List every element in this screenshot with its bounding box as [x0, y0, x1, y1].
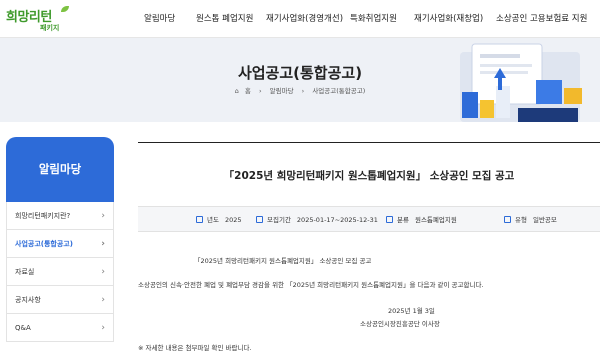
meta-year-value: 2025	[224, 216, 242, 224]
meta-year: 년도 2025	[196, 207, 242, 233]
sidebar-item-qna[interactable]: Q&A ›	[7, 314, 113, 342]
content-top-rule	[138, 142, 600, 143]
sidebar-item-label: 공지사항	[15, 296, 41, 304]
list-icon	[386, 216, 393, 223]
grid-icon	[504, 216, 511, 223]
body-note: ※ 자세한 내용은 첨부파일 확인 바랍니다.	[138, 344, 252, 352]
sidebar-item-label: 사업공고(통합공고)	[15, 240, 73, 248]
chevron-right-icon: ›	[101, 295, 105, 305]
post-title: 「2025년 희망리턴패키지 원스톱폐업지원」 소상공인 모집 공고	[223, 170, 515, 182]
sidebar-item-notices[interactable]: 공지사항 ›	[7, 286, 113, 314]
meta-category: 분류 원스톱폐업지원	[386, 207, 457, 233]
nav-item-restart-business[interactable]: 재기사업화(재창업)	[414, 12, 483, 24]
meta-period: 모집기간 2025-01-17~2025-12-31	[256, 207, 378, 233]
home-icon[interactable]: ⌂	[235, 87, 239, 95]
sidebar-title: 알림마당	[6, 137, 114, 202]
meta-period-label: 모집기간	[267, 216, 291, 224]
sidebar-item-about[interactable]: 희망리턴패키지란? ›	[7, 202, 113, 230]
logo-leaf-icon	[61, 6, 69, 12]
meta-category-value: 원스톱폐업지원	[414, 216, 457, 224]
sidebar-item-label: 자료실	[15, 268, 35, 276]
banner-illustration	[460, 43, 582, 122]
sidebar-item-label: 희망리턴패키지란?	[15, 212, 71, 220]
calendar-icon	[196, 216, 203, 223]
meta-period-value: 2025-01-17~2025-12-31	[296, 216, 378, 224]
sidebar-item-announcements[interactable]: 사업공고(통합공고) ›	[7, 230, 113, 258]
body-date: 2025년 1월 3일	[388, 307, 435, 315]
calendar-icon	[256, 216, 263, 223]
chevron-right-icon: ›	[101, 323, 105, 333]
chevron-right-icon: ›	[101, 211, 105, 221]
body-issuer: 소상공인시장진흥공단 이사장	[360, 320, 440, 328]
meta-type: 유형 일반공모	[504, 207, 557, 233]
meta-category-label: 분류	[397, 216, 409, 224]
body-paragraph: 소상공인의 신속·안전한 폐업 및 폐업부담 경감을 위한 「2025년 희망리…	[138, 281, 484, 289]
body-heading: 「2025년 희망리턴패키지 원스톱폐업지원」 소상공인 모집 공고	[194, 257, 372, 265]
nav-item-closure-support[interactable]: 원스톱 폐업지원	[196, 12, 253, 24]
meta-type-label: 유형	[515, 216, 527, 224]
breadcrumb-separator: ›	[301, 87, 305, 95]
sidebar-item-resources[interactable]: 자료실 ›	[7, 258, 113, 286]
breadcrumb-home[interactable]: 홈	[245, 87, 251, 95]
page-banner: 사업공고(통합공고) ⌂ 홈 › 알림마당 › 사업공고(통합공고)	[0, 38, 600, 122]
nav-item-insurance-support[interactable]: 소상공인 고용보험료 지원	[496, 12, 587, 24]
breadcrumb-separator: ›	[258, 87, 262, 95]
meta-year-label: 년도	[207, 216, 219, 224]
nav-item-notice[interactable]: 알림마당	[144, 12, 175, 24]
sidebar-item-label: Q&A	[15, 324, 31, 332]
breadcrumb-notice[interactable]: 알림마당	[270, 87, 294, 95]
meta-type-value: 일반공모	[532, 216, 557, 224]
site-header: 희망리턴 패키지 알림마당 원스톱 폐업지원 재기사업화(경영개선) 특화취업지…	[0, 0, 600, 38]
chevron-right-icon: ›	[101, 239, 105, 249]
post-meta-bar: 년도 2025 모집기간 2025-01-17~2025-12-31 분류 원스톱폐업…	[138, 206, 600, 232]
nav-item-restart-management[interactable]: 재기사업화(경영개선)	[266, 12, 343, 24]
chevron-right-icon: ›	[101, 267, 105, 277]
site-logo[interactable]: 희망리턴 패키지	[6, 6, 76, 34]
sidebar-menu: 희망리턴패키지란? › 사업공고(통합공고) › 자료실 › 공지사항 › Q&…	[6, 202, 114, 342]
nav-item-employment-support[interactable]: 특화취업지원	[350, 12, 397, 24]
logo-sub-text: 패키지	[40, 24, 60, 32]
breadcrumb-current: 사업공고(통합공고)	[312, 87, 366, 95]
